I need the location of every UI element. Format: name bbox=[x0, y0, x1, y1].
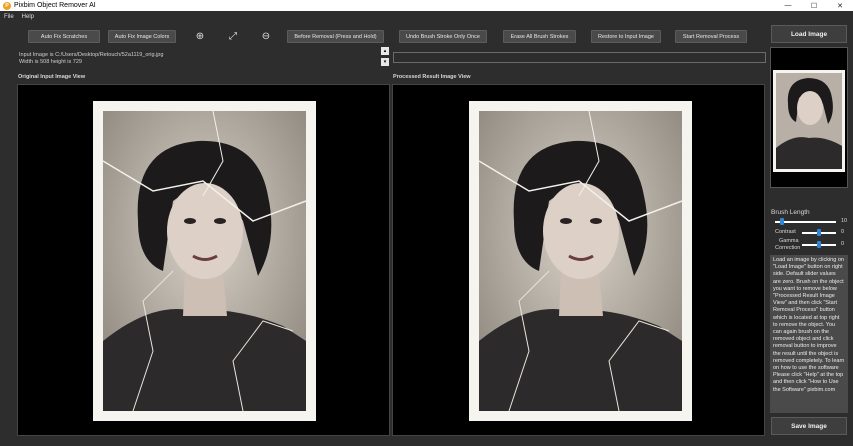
app-window: P Pixbim Object Remover AI — ☐ ✕ File He… bbox=[0, 0, 853, 446]
original-view-label: Original Input Image View bbox=[18, 74, 86, 80]
app-logo-icon: P bbox=[3, 1, 11, 10]
undo-brush-stroke-button[interactable]: Undo Brush Stroke Only Once bbox=[399, 30, 487, 43]
brush-length-value: 10 bbox=[841, 218, 848, 224]
menu-bar: File Help bbox=[0, 11, 853, 22]
before-removal-button[interactable]: Before Removal (Press and Hold) bbox=[287, 30, 384, 43]
menu-file[interactable]: File bbox=[0, 14, 18, 20]
gamma-label-top: Gamma bbox=[779, 238, 799, 244]
thumbnail-photo-icon bbox=[773, 70, 845, 172]
contrast-value: 0 bbox=[841, 229, 845, 235]
spin-up-icon[interactable]: ▴ bbox=[381, 47, 389, 55]
thumbnail-preview bbox=[770, 47, 848, 188]
portrait-photo-icon bbox=[102, 110, 307, 412]
portrait-photo-icon bbox=[478, 110, 683, 412]
progress-bar bbox=[393, 52, 766, 63]
zoom-in-icon[interactable]: ⊕ bbox=[193, 29, 207, 43]
gamma-slider-thumb[interactable] bbox=[817, 241, 821, 248]
auto-fix-colors-button[interactable]: Auto Fix Image Colors bbox=[108, 30, 176, 43]
contrast-slider-thumb[interactable] bbox=[817, 229, 821, 236]
load-image-button[interactable]: Load Image bbox=[771, 25, 847, 43]
window-title: Pixbim Object Remover AI bbox=[14, 2, 96, 9]
maximize-button[interactable]: ☐ bbox=[801, 0, 827, 11]
window-controls: — ☐ ✕ bbox=[775, 0, 853, 11]
gamma-label-bottom: Correction bbox=[775, 245, 801, 251]
input-size-text: Width is 508 height is 729 bbox=[19, 59, 82, 65]
save-image-button[interactable]: Save Image bbox=[771, 417, 847, 435]
brush-length-slider-thumb[interactable] bbox=[780, 218, 785, 225]
fit-to-screen-icon[interactable]: ⤢ bbox=[226, 29, 240, 43]
erase-brush-strokes-button[interactable]: Erase All Brush Strokes bbox=[503, 30, 576, 43]
zoom-out-icon[interactable]: ⊖ bbox=[259, 29, 273, 43]
original-image-view[interactable] bbox=[17, 84, 390, 436]
input-path-text: Input Image is C:/Users/Desktop/Retouch/… bbox=[19, 52, 164, 58]
result-photo bbox=[469, 101, 692, 421]
title-bar: P Pixbim Object Remover AI — ☐ ✕ bbox=[0, 0, 853, 11]
restore-input-button[interactable]: Restore to Input Image bbox=[591, 30, 661, 43]
gamma-value: 0 bbox=[841, 241, 845, 247]
brush-length-label: Brush Length bbox=[771, 209, 810, 216]
original-photo bbox=[93, 101, 316, 421]
result-view-label: Processed Result Image View bbox=[393, 74, 471, 80]
close-button[interactable]: ✕ bbox=[827, 0, 853, 11]
spin-down-icon[interactable]: ▾ bbox=[381, 58, 389, 66]
help-text-box: Load an image by clicking on "Load Image… bbox=[770, 255, 848, 413]
brush-length-slider[interactable] bbox=[775, 221, 836, 223]
contrast-label: Contrast bbox=[775, 229, 796, 235]
result-image-view[interactable] bbox=[392, 84, 765, 436]
start-removal-button[interactable]: Start Removal Process bbox=[675, 30, 747, 43]
minimize-button[interactable]: — bbox=[775, 0, 801, 11]
auto-fix-scratches-button[interactable]: Auto Fix Scratches bbox=[28, 30, 100, 43]
menu-help[interactable]: Help bbox=[18, 14, 38, 20]
